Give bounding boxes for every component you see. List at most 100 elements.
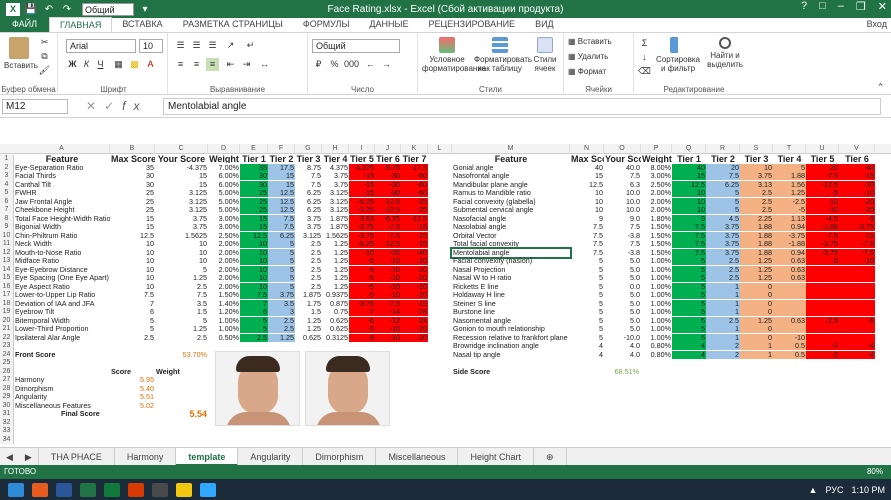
side-score-cell[interactable]: 5	[672, 257, 706, 266]
side-score-cell[interactable]	[806, 325, 839, 334]
side-score-cell[interactable]: 1.50%	[641, 240, 672, 248]
score-cell[interactable]: 15	[110, 223, 155, 231]
front-score-label[interactable]: Front Score	[14, 351, 94, 359]
row-header[interactable]: 15	[0, 274, 14, 283]
summary-weight-header[interactable]: Weight	[155, 368, 208, 376]
tab-file[interactable]: ФАЙЛ	[0, 17, 50, 32]
score-cell[interactable]: -5	[349, 325, 375, 334]
row-header[interactable]: 3	[0, 172, 14, 181]
tab-insert[interactable]: ВСТАВКА	[112, 17, 172, 32]
side-score-cell[interactable]: 12.5	[672, 180, 706, 189]
side-score-cell[interactable]	[806, 265, 839, 274]
side-feature-name[interactable]: Facial convexity (nasion)	[452, 257, 570, 265]
sheet-tab[interactable]: Height Chart	[458, 447, 534, 466]
align-middle-icon[interactable]: ☰	[190, 39, 203, 52]
side-score-cell[interactable]: 2.5	[740, 189, 773, 198]
score-cell[interactable]: 7.5	[155, 291, 208, 299]
side-score-cell[interactable]: 1.25	[740, 257, 773, 266]
side-score-cell[interactable]: 4	[672, 342, 706, 351]
score-cell[interactable]: -15	[349, 189, 375, 198]
side-score-cell[interactable]: 3.75	[706, 248, 740, 257]
feature-name[interactable]: Deviation of IAA and JFA	[14, 300, 110, 308]
side-score-cell[interactable]: 5	[570, 266, 604, 274]
side-score-cell[interactable]: 1.13	[773, 214, 806, 223]
side-score-cell[interactable]	[839, 299, 875, 308]
spreadsheet-grid[interactable]: 1 2 3 4 5 6 7 8 9 10 11 12 13 14 15 16 17 18 19 20 21 22 23 24 2…	[0, 144, 891, 446]
score-cell[interactable]: 7.5	[268, 214, 295, 223]
side-score-cell[interactable]: 1.00%	[641, 291, 672, 299]
score-cell[interactable]: 7.5	[295, 181, 322, 189]
score-cell[interactable]: 10	[110, 249, 155, 257]
feature-name[interactable]: Bitemporal Width	[14, 317, 110, 325]
summary-label[interactable]: Miscellaneous Features	[14, 402, 110, 410]
score-cell[interactable]: -12.5	[375, 197, 401, 206]
side-score-cell[interactable]: 0	[740, 325, 773, 334]
merge-center-icon[interactable]: ↔	[258, 58, 271, 71]
side-face-photo[interactable]	[305, 350, 390, 426]
font-size-select[interactable]: 10	[139, 39, 163, 53]
side-score-cell[interactable]: 10	[570, 189, 604, 197]
side-score-cell[interactable]: -4.5	[806, 214, 839, 223]
row-header[interactable]: 9	[0, 223, 14, 232]
side-score-cell[interactable]: 10.0	[604, 189, 641, 197]
side-score-cell[interactable]: 5	[672, 282, 706, 291]
side-score-cell[interactable]: 7.5	[672, 248, 706, 257]
score-cell[interactable]: -4.375	[349, 163, 375, 172]
score-cell[interactable]: 5	[155, 266, 208, 274]
side-score-cell[interactable]: 7.5	[672, 223, 706, 232]
indent-decrease-icon[interactable]: ⇤	[224, 58, 237, 71]
score-cell[interactable]: 2.5	[295, 257, 322, 265]
side-score-cell[interactable]: 5	[570, 274, 604, 282]
side-score-cell[interactable]: 2.5	[740, 206, 773, 215]
row-header[interactable]: 16	[0, 282, 14, 291]
score-cell[interactable]: 1.25	[322, 257, 349, 265]
zoom-level[interactable]: 80%	[867, 465, 883, 479]
score-cell[interactable]: 10	[110, 274, 155, 282]
side-score-cell[interactable]: 1	[740, 350, 773, 359]
feature-name[interactable]: Midface Ratio	[14, 257, 110, 265]
side-score-cell[interactable]: 1.88	[740, 240, 773, 249]
side-score-cell[interactable]: 1.88	[740, 248, 773, 257]
side-score-cell[interactable]: 8.00%	[641, 164, 672, 172]
score-cell[interactable]: 15	[110, 215, 155, 223]
confirm-entry-icon[interactable]: ✓	[104, 99, 122, 113]
score-cell[interactable]: 25	[110, 189, 155, 197]
score-cell[interactable]: 5.00%	[208, 189, 240, 197]
side-score-cell[interactable]: 12.5	[570, 181, 604, 189]
score-cell[interactable]: 30	[240, 180, 268, 189]
score-cell[interactable]: -20	[401, 274, 428, 283]
score-cell[interactable]: 3.75	[295, 215, 322, 223]
side-score-cell[interactable]: 0.63	[773, 274, 806, 283]
row-header[interactable]: 2	[0, 163, 14, 172]
feature-name[interactable]: Eye-Separation Ratio	[14, 164, 110, 172]
borders-icon[interactable]: ▦	[112, 58, 125, 71]
score-cell[interactable]: 6.25	[295, 189, 322, 197]
tray-up-icon[interactable]: ▲	[809, 485, 818, 495]
side-feature-name[interactable]: Submental cervical angle	[452, 206, 570, 214]
side-feature-name[interactable]: Gonial angle	[452, 164, 570, 172]
side-score-cell[interactable]: 5	[773, 163, 806, 172]
score-cell[interactable]: 15	[240, 214, 268, 223]
side-score-cell[interactable]: 7.5	[570, 249, 604, 257]
side-score-cell[interactable]: 5	[570, 291, 604, 299]
side-score-cell[interactable]: -5	[806, 257, 839, 266]
side-score-cell[interactable]: 5	[706, 197, 740, 206]
score-cell[interactable]: -5	[349, 257, 375, 266]
percent-icon[interactable]: %	[328, 58, 341, 71]
score-cell[interactable]: 10	[240, 265, 268, 274]
score-cell[interactable]: -20	[401, 265, 428, 274]
score-cell[interactable]: -5	[349, 333, 375, 342]
format-as-table-button[interactable]: Форматировать как таблицу	[474, 37, 532, 73]
row-header[interactable]: 22	[0, 333, 14, 342]
side-score-cell[interactable]: -10	[839, 257, 875, 266]
side-score-cell[interactable]: 3.00%	[641, 172, 672, 180]
left-header[interactable]: Tier 4	[322, 155, 349, 163]
score-cell[interactable]: -6.25	[375, 214, 401, 223]
score-cell[interactable]: 1.25	[295, 325, 322, 333]
score-cell[interactable]: 2.5	[295, 274, 322, 282]
score-cell[interactable]: 7.5	[268, 223, 295, 232]
side-score-cell[interactable]: 7.5	[672, 240, 706, 249]
score-cell[interactable]: -15	[349, 172, 375, 181]
side-score-cell[interactable]	[839, 291, 875, 300]
score-cell[interactable]: 1.00%	[208, 325, 240, 333]
